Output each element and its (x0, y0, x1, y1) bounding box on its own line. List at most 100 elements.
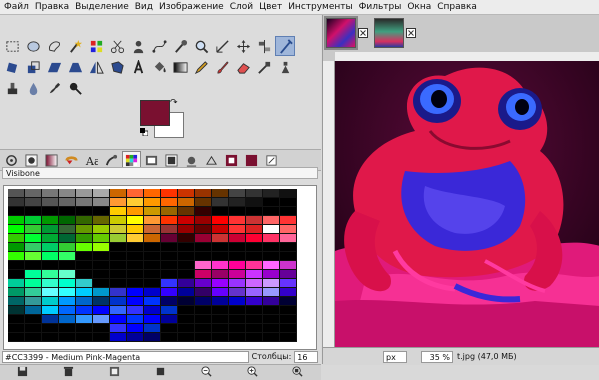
palette-swatch[interactable] (93, 315, 110, 324)
palette-swatch[interactable] (280, 261, 297, 270)
palette-swatch[interactable] (161, 270, 178, 279)
palette-swatch[interactable] (212, 261, 229, 270)
gradients-tab[interactable] (43, 152, 60, 169)
palettes-tab[interactable] (122, 150, 141, 170)
palette-swatch[interactable] (280, 234, 297, 243)
palette-swatch[interactable] (76, 333, 93, 342)
menu-filters[interactable]: Фильтры (356, 2, 405, 12)
colors-tab[interactable] (223, 152, 240, 169)
default-colors-icon[interactable] (140, 128, 149, 137)
palette-swatch[interactable] (212, 297, 229, 306)
palette-swatch[interactable] (8, 306, 25, 315)
palette-swatch[interactable] (178, 333, 195, 342)
palette-swatch[interactable] (229, 297, 246, 306)
palette-swatch[interactable] (42, 189, 59, 198)
palette-swatch[interactable] (229, 270, 246, 279)
palette-swatch[interactable] (8, 207, 25, 216)
palette-swatch[interactable] (229, 234, 246, 243)
palette-swatch[interactable] (161, 198, 178, 207)
palette-swatch[interactable] (59, 279, 76, 288)
palette-swatch[interactable] (161, 306, 178, 315)
dodge-burn-icon[interactable] (66, 79, 84, 97)
selected-color-name[interactable]: #CC3399 - Medium Pink-Magenta (2, 350, 249, 363)
palette-swatch[interactable] (263, 324, 280, 333)
palette-swatch[interactable] (178, 252, 195, 261)
palette-swatch[interactable] (280, 333, 297, 342)
palette-swatch[interactable] (195, 333, 212, 342)
palette-swatch[interactable] (246, 270, 263, 279)
palette-swatch[interactable] (76, 234, 93, 243)
palette-swatch[interactable] (246, 189, 263, 198)
sample-points-tab[interactable] (263, 152, 280, 169)
tool-options-tab[interactable] (3, 152, 20, 169)
palette-swatch[interactable] (229, 225, 246, 234)
palette-swatch[interactable] (76, 315, 93, 324)
select-by-color-icon[interactable] (87, 37, 105, 55)
rect-select-icon[interactable] (3, 37, 21, 55)
palette-swatch[interactable] (195, 270, 212, 279)
measure-icon[interactable] (213, 37, 231, 55)
image-tab-second[interactable] (374, 18, 404, 48)
palette-swatch[interactable] (59, 252, 76, 261)
palette-swatch[interactable] (178, 234, 195, 243)
zoom-in-icon[interactable] (247, 365, 258, 380)
palette-swatch[interactable] (263, 252, 280, 261)
palette-swatch[interactable] (280, 306, 297, 315)
foreground-color-swatch[interactable] (140, 100, 170, 126)
document-history-tab[interactable] (103, 152, 120, 169)
zoom-selector[interactable]: 35 % (421, 350, 453, 363)
palette-swatch[interactable] (42, 279, 59, 288)
patterns-tab[interactable] (63, 152, 80, 169)
palette-swatch[interactable] (178, 198, 195, 207)
palette-swatch[interactable] (110, 270, 127, 279)
palette-swatch[interactable] (110, 198, 127, 207)
palette-swatch[interactable] (127, 207, 144, 216)
palette-swatch[interactable] (59, 333, 76, 342)
palette-swatch[interactable] (161, 225, 178, 234)
palette-swatch[interactable] (144, 288, 161, 297)
palette-swatch[interactable] (59, 198, 76, 207)
palette-swatch[interactable] (110, 189, 127, 198)
perspective-icon[interactable] (66, 58, 84, 76)
palette-swatch[interactable] (93, 198, 110, 207)
palette-swatch[interactable] (8, 252, 25, 261)
palette-swatch[interactable] (93, 288, 110, 297)
palette-swatch[interactable] (195, 198, 212, 207)
palette-swatch[interactable] (127, 306, 144, 315)
layers-tab[interactable] (183, 152, 200, 169)
palette-swatch[interactable] (42, 297, 59, 306)
palette-swatch[interactable] (25, 252, 42, 261)
palette-swatch[interactable] (42, 288, 59, 297)
palette-swatch[interactable] (110, 324, 127, 333)
zoom-fit-icon[interactable] (292, 365, 304, 380)
palette-swatch[interactable] (127, 297, 144, 306)
unit-selector[interactable]: px (383, 350, 407, 363)
palette-swatch[interactable] (263, 225, 280, 234)
palette-swatch[interactable] (178, 324, 195, 333)
bucket-fill-icon[interactable] (150, 58, 168, 76)
palette-swatch[interactable] (42, 225, 59, 234)
palette-swatch[interactable] (59, 243, 76, 252)
palette-swatch[interactable] (161, 297, 178, 306)
palette-swatch[interactable] (144, 270, 161, 279)
palette-swatch[interactable] (195, 315, 212, 324)
palette-swatch[interactable] (195, 261, 212, 270)
palette-swatch[interactable] (212, 225, 229, 234)
palette-swatch[interactable] (76, 324, 93, 333)
palette-swatch[interactable] (195, 288, 212, 297)
paths-tab[interactable] (203, 152, 220, 169)
palette-swatch[interactable] (93, 243, 110, 252)
pencil-icon[interactable] (192, 58, 210, 76)
palette-swatch[interactable] (76, 297, 93, 306)
palette-swatch[interactable] (76, 207, 93, 216)
palette-swatch[interactable] (127, 324, 144, 333)
palette-swatch[interactable] (212, 189, 229, 198)
palette-swatch[interactable] (246, 288, 263, 297)
palette-swatch[interactable] (212, 279, 229, 288)
palette-swatch[interactable] (59, 297, 76, 306)
palette-swatch[interactable] (195, 243, 212, 252)
menu-tools[interactable]: Инструменты (285, 2, 355, 12)
palette-swatch[interactable] (93, 324, 110, 333)
palette-swatch[interactable] (263, 234, 280, 243)
zoom-out-icon[interactable] (201, 365, 212, 380)
